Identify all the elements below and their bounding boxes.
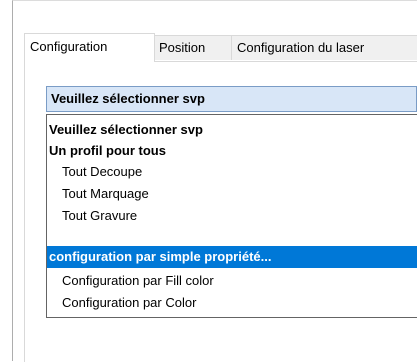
profile-select[interactable]: Veuillez sélectionner svp bbox=[46, 86, 417, 112]
tab-laser-configuration[interactable]: Configuration du laser bbox=[231, 35, 417, 60]
option-tout-marquage[interactable]: Tout Marquage bbox=[47, 183, 417, 205]
option-un-profil-pour-tous[interactable]: Un profil pour tous bbox=[47, 140, 417, 162]
tab-strip: Position Configuration du laser Configur… bbox=[24, 33, 417, 62]
profile-dropdown-list: Veuillez sélectionner svp Un profil pour… bbox=[46, 114, 417, 318]
option-configuration-par-color[interactable]: Configuration par Color bbox=[47, 292, 417, 314]
option-veuillez-selectionner[interactable]: Veuillez sélectionner svp bbox=[47, 119, 417, 141]
tab-configuration[interactable]: Configuration bbox=[24, 33, 155, 62]
option-configuration-par-fill-color[interactable]: Configuration par Fill color bbox=[47, 270, 417, 292]
tab-position[interactable]: Position bbox=[153, 35, 232, 60]
option-tout-gravure[interactable]: Tout Gravure bbox=[47, 205, 417, 227]
option-tout-decoupe[interactable]: Tout Decoupe bbox=[47, 161, 417, 183]
option-configuration-par-simple-propriete[interactable]: configuration par simple propriété... bbox=[47, 246, 417, 268]
